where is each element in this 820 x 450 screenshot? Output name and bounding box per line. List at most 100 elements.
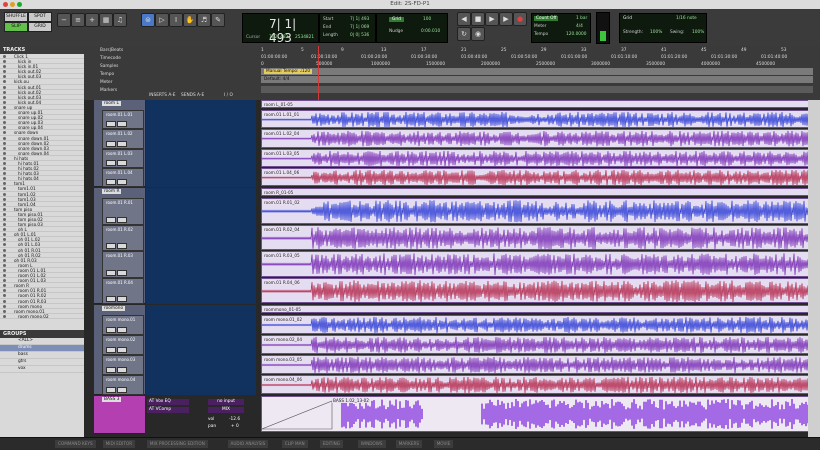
track-active-icon[interactable] [3, 141, 6, 145]
track-active-icon[interactable] [3, 146, 6, 150]
track-active-icon[interactable] [3, 85, 6, 89]
playlist-lane-header[interactable]: room.01 R.01 [102, 198, 144, 225]
playlist-lane-header[interactable]: room.01 R.02 [102, 224, 144, 251]
track-active-icon[interactable] [3, 167, 6, 171]
plugin-insert[interactable]: AT VComp [147, 407, 189, 413]
tempo-value[interactable]: 120.0000 [566, 32, 587, 37]
count-off-label[interactable]: Count Off [534, 16, 559, 21]
speaker-icon[interactable] [117, 387, 127, 393]
bass-track-name[interactable]: BASS 3 [102, 397, 122, 402]
scrubber-tool-icon[interactable]: ♬ [197, 13, 211, 27]
speaker-icon[interactable] [117, 159, 127, 166]
track-active-icon[interactable] [3, 126, 6, 130]
grid-note-value[interactable]: 1/16 note [676, 16, 697, 21]
speaker-icon[interactable] [117, 269, 127, 276]
track-active-icon[interactable] [3, 218, 6, 221]
clip[interactable]: room.01 R.02_04 [261, 224, 813, 250]
playlist-lane-header[interactable]: room mono.02 [102, 335, 144, 355]
solo-button[interactable] [106, 327, 116, 333]
meter-marker[interactable]: Default: 4/4 [264, 77, 289, 82]
track-active-icon[interactable] [3, 60, 6, 64]
playhead[interactable] [318, 46, 319, 100]
clip[interactable]: room mono.03_05 [261, 355, 813, 374]
bottom-tab[interactable]: AUDIO ANALYSIS [227, 440, 269, 448]
track-active-icon[interactable] [3, 100, 6, 104]
playlist-lane-header[interactable]: room mono.01 [102, 315, 144, 335]
play-icon[interactable]: ▶ [485, 12, 499, 26]
playlist-lane-header[interactable]: room.01 R.03 [102, 251, 144, 278]
clip[interactable]: room R_01-05 [261, 188, 813, 196]
grid-mode-button[interactable]: GRID [28, 22, 52, 32]
clip[interactable]: room L_01-05 [261, 100, 813, 108]
track-active-icon[interactable] [3, 223, 6, 227]
tempo-ruler-bar[interactable]: Manual Tempo: ♩120 [261, 68, 813, 75]
track-active-icon[interactable] [3, 243, 6, 247]
track-active-icon[interactable] [3, 294, 6, 298]
bottom-tab[interactable]: MOVIE [433, 440, 454, 448]
group-item[interactable]: vox [0, 366, 84, 373]
track-active-icon[interactable] [3, 151, 6, 155]
track-active-icon[interactable] [3, 131, 6, 135]
input-selector[interactable]: no input [208, 399, 244, 405]
track-active-icon[interactable] [3, 136, 6, 140]
solo-button[interactable] [106, 387, 116, 393]
zoom-out-icon[interactable]: − [57, 13, 71, 27]
zoomer-tool-icon[interactable]: ⊜ [141, 13, 155, 27]
tempo-marker[interactable]: Manual Tempo: ♩120 [264, 69, 313, 74]
playlist-lane-header[interactable]: room.01 R.04 [102, 277, 144, 304]
track-active-icon[interactable] [3, 95, 6, 99]
pencil-tool-icon[interactable]: ✎ [211, 13, 225, 27]
track-name[interactable]: roomono [102, 306, 126, 311]
track-active-icon[interactable] [3, 187, 6, 191]
solo-button[interactable] [106, 347, 116, 353]
midi-zoom-icon[interactable]: ♫ [113, 13, 127, 27]
inserts-column[interactable] [146, 188, 196, 304]
sends-column[interactable] [196, 188, 256, 304]
group-item[interactable]: <ALL> [0, 338, 84, 345]
solo-button[interactable] [106, 243, 116, 249]
clip[interactable]: room.01 L.01_01 [261, 110, 813, 129]
solo-button[interactable] [106, 216, 116, 223]
vertical-scrollbar[interactable] [808, 100, 820, 437]
grabber-tool-icon[interactable]: ✋ [183, 13, 197, 27]
track-active-icon[interactable] [3, 70, 6, 74]
track-active-icon[interactable] [3, 258, 6, 262]
solo-button[interactable] [106, 179, 116, 185]
track-active-icon[interactable] [3, 202, 6, 206]
track-active-icon[interactable] [3, 121, 6, 125]
zoom-preset-icon[interactable]: ▦ [99, 13, 113, 27]
track-active-icon[interactable] [3, 75, 6, 79]
solo-button[interactable] [106, 367, 116, 373]
zoom-in-icon[interactable]: + [85, 13, 99, 27]
record-icon[interactable]: ● [513, 12, 527, 26]
start-value[interactable]: 7| 1| 493 [350, 17, 369, 22]
track-active-icon[interactable] [3, 116, 6, 120]
close-icon[interactable] [3, 2, 8, 7]
clip[interactable]: room.01 L.03_05 [261, 148, 813, 167]
track-active-icon[interactable] [3, 248, 6, 252]
solo-button[interactable] [106, 121, 116, 128]
track-active-icon[interactable] [3, 182, 6, 186]
track-name[interactable]: room L [102, 101, 121, 106]
swing-value[interactable]: 100% [692, 30, 704, 35]
plugin-insert[interactable]: AT Vox EQ [147, 399, 189, 405]
solo-button[interactable] [106, 296, 116, 302]
clip[interactable]: room.01 L.02_04 [261, 129, 813, 148]
zoom-icon[interactable] [17, 2, 22, 7]
track-active-icon[interactable] [3, 212, 6, 216]
clip[interactable]: room mono.01_02 [261, 315, 813, 334]
pan-value[interactable]: + 0 [231, 424, 239, 429]
playlist-lane-header[interactable]: room.01 L.04 [102, 167, 144, 187]
clip[interactable]: room mono.04_06 [261, 375, 813, 394]
track-active-icon[interactable] [3, 263, 6, 267]
track-active-icon[interactable] [3, 314, 6, 318]
strength-value[interactable]: 100% [650, 30, 662, 35]
fast-forward-icon[interactable]: ▶ [499, 12, 513, 26]
speaker-icon[interactable] [117, 121, 127, 128]
track-active-icon[interactable] [3, 289, 6, 293]
solo-button[interactable] [106, 159, 116, 166]
track-active-icon[interactable] [3, 55, 6, 58]
inserts-column[interactable] [146, 305, 196, 395]
speaker-icon[interactable] [117, 347, 127, 353]
spot-mode-button[interactable]: SPOT [28, 12, 52, 22]
